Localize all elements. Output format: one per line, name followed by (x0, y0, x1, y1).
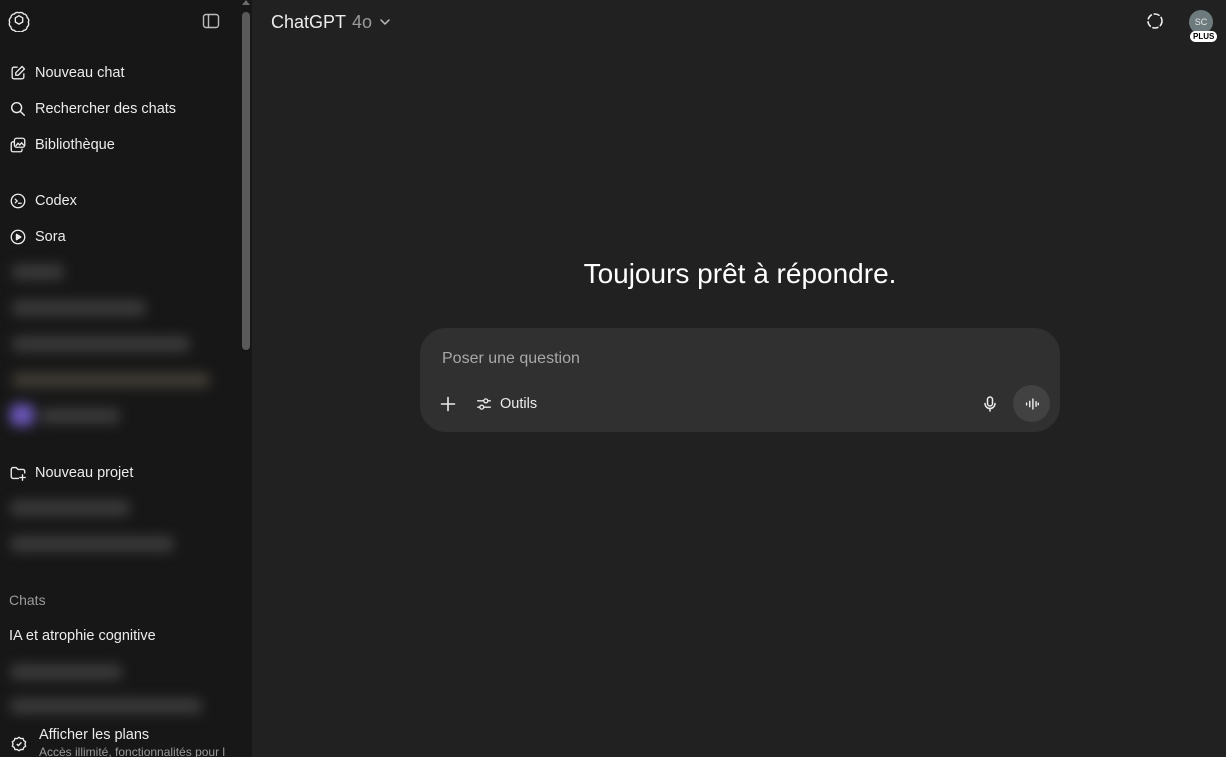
model-picker[interactable]: ChatGPT 4o (271, 10, 392, 34)
voice-mode-button[interactable] (1013, 385, 1050, 422)
plans-title: Afficher les plans (39, 727, 150, 743)
scroll-up-arrow-icon[interactable] (242, 0, 250, 5)
search-icon (10, 101, 26, 117)
redacted-gpt-list (6, 258, 228, 432)
model-version: 4o (352, 11, 373, 32)
sidebar-item-codex[interactable]: Codex (0, 184, 234, 218)
sidebar-item-label: Nouveau projet (35, 465, 134, 481)
sidebar-item-library[interactable]: Bibliothèque (0, 128, 234, 162)
sidebar-item-label: Bibliothèque (35, 137, 115, 153)
library-icon (10, 137, 26, 153)
view-plans-button[interactable]: Afficher les plans Accès illimité, fonct… (0, 724, 240, 757)
plans-subtitle: Accès illimité, fonctionnalités pour l (39, 745, 226, 757)
tools-button[interactable]: Outils (475, 392, 537, 416)
plan-badge: PLUS (1190, 31, 1218, 42)
model-name: ChatGPT (271, 11, 347, 32)
openai-logo-icon[interactable] (8, 10, 30, 33)
plans-icon (11, 736, 27, 752)
sidebar-item-label: Rechercher des chats (35, 101, 177, 117)
voice-waveform-icon (1025, 397, 1039, 410)
toggle-sidebar-icon[interactable] (201, 11, 221, 31)
chat-item[interactable]: IA et atrophie cognitive (9, 628, 156, 644)
codex-icon (10, 193, 26, 209)
sidebar-item-search-chats[interactable]: Rechercher des chats (0, 92, 234, 126)
prompt-input[interactable] (440, 346, 984, 372)
new-chat-icon (11, 65, 26, 80)
sidebar-scrollbar[interactable] (242, 12, 250, 350)
play-circle-icon (10, 229, 26, 245)
chats-section-label: Chats (9, 592, 46, 608)
sidebar-item-new-project[interactable]: Nouveau projet (0, 456, 234, 490)
add-attachment-icon[interactable] (438, 394, 458, 414)
sidebar-item-label: Codex (35, 193, 77, 209)
temporary-chat-icon[interactable] (1145, 11, 1165, 31)
greeting-heading: Toujours prêt à répondre. (583, 258, 897, 289)
sidebar-item-label: Sora (35, 229, 66, 245)
sidebar-item-label: Nouveau chat (35, 65, 125, 81)
composer: Outils (420, 328, 1060, 432)
microphone-icon[interactable] (980, 394, 1000, 414)
redacted-chat-list (4, 656, 210, 724)
sidebar-item-new-chat[interactable]: Nouveau chat (0, 56, 234, 90)
chevron-down-icon (380, 19, 390, 25)
tools-label: Outils (500, 396, 538, 412)
sliders-icon (477, 398, 491, 410)
folder-plus-icon (10, 466, 26, 481)
sidebar-item-sora[interactable]: Sora (0, 220, 234, 254)
redacted-project-list (4, 492, 194, 564)
sidebar: Nouveau chat Rechercher des chats Biblio… (0, 0, 252, 757)
